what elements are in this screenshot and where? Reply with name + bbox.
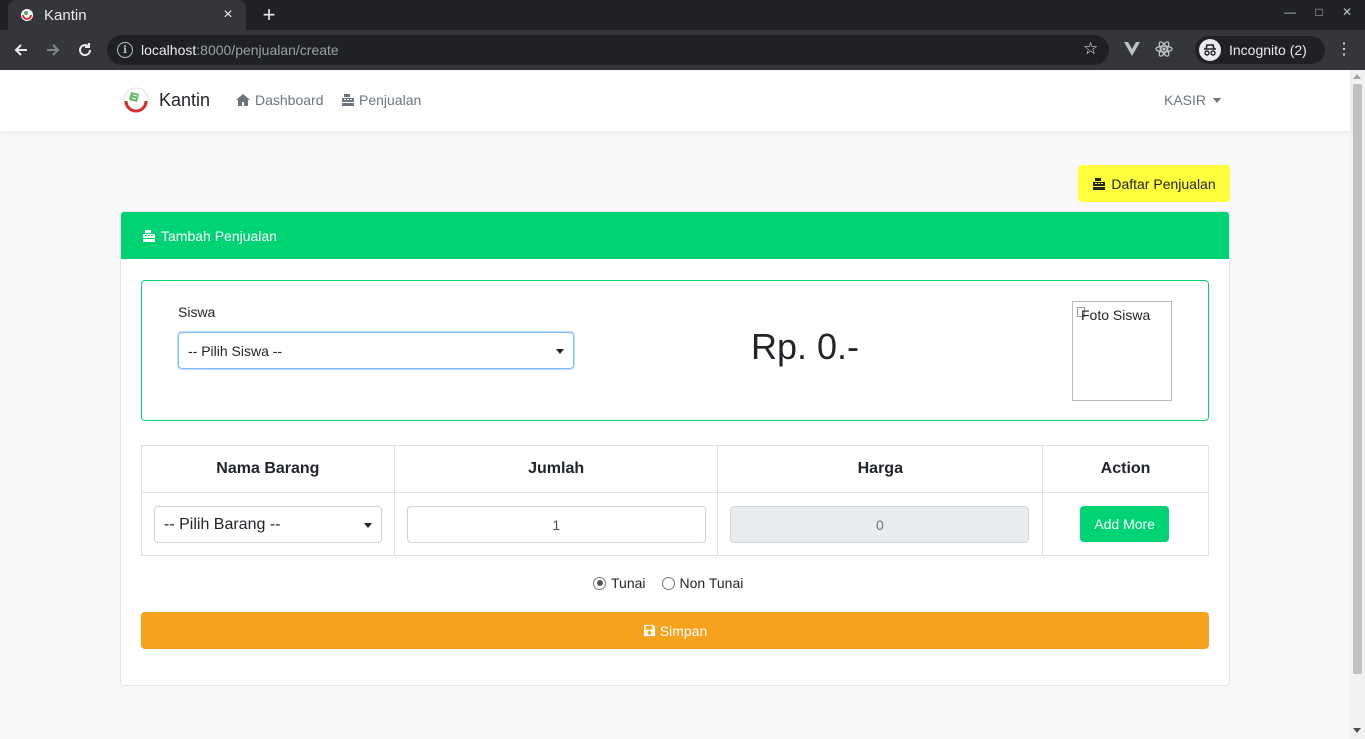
browser-tab[interactable]: Kantin ×: [8, 0, 246, 30]
brand-link[interactable]: Kantin: [122, 86, 210, 114]
save-label: Simpan: [659, 622, 708, 639]
dropdown-arrow-icon: [364, 523, 372, 528]
header-harga: Harga: [717, 445, 1044, 493]
page-scrollbar[interactable]: [1350, 70, 1365, 739]
site-info-icon[interactable]: i: [117, 42, 133, 58]
browser-menu-icon[interactable]: ⋮: [1336, 40, 1352, 60]
payment-tunai[interactable]: Tunai: [593, 575, 646, 591]
payment-tunai-label: Tunai: [611, 575, 646, 591]
radio-non-tunai[interactable]: [661, 576, 675, 590]
incognito-button[interactable]: Incognito (2): [1195, 36, 1325, 64]
student-photo: Foto Siswa: [1072, 301, 1172, 401]
daftar-penjualan-button[interactable]: Daftar Penjualan: [1078, 165, 1230, 202]
nav-dashboard-label: Dashboard: [255, 92, 324, 108]
barang-select-value: -- Pilih Barang --: [164, 515, 281, 533]
app-navbar: Kantin Dashboard Penjualan KASIR: [0, 70, 1350, 131]
browser-tab-strip: Kantin × + — □ ✕: [0, 0, 1365, 30]
siswa-label: Siswa: [178, 304, 216, 320]
cell-jumlah: [393, 492, 719, 556]
items-table: Nama Barang Jumlah Harga Action -- Pilih…: [141, 445, 1209, 556]
scroll-down-icon[interactable]: [1353, 728, 1361, 733]
brand-name: Kantin: [159, 89, 211, 110]
nav-penjualan-label: Penjualan: [359, 92, 422, 108]
incognito-icon: [1199, 39, 1221, 61]
url-path: :8000/penjualan/create: [196, 42, 339, 58]
maximize-icon[interactable]: □: [1309, 5, 1329, 19]
siswa-panel: Siswa -- Pilih Siswa -- Rp. 0.- Foto Sis…: [141, 280, 1209, 421]
header-action: Action: [1042, 445, 1209, 493]
url-host: localhost: [141, 42, 197, 58]
cell-harga: [717, 492, 1044, 556]
back-icon[interactable]: [10, 39, 32, 61]
address-bar[interactable]: i localhost :8000/penjualan/create: [107, 35, 1109, 65]
add-more-button[interactable]: Add More: [1080, 506, 1170, 542]
payment-non-tunai[interactable]: Non Tunai: [661, 575, 744, 591]
siswa-select-value: -- Pilih Siswa --: [188, 342, 283, 359]
minimize-icon[interactable]: —: [1280, 5, 1300, 19]
cell-barang: -- Pilih Barang --: [141, 492, 395, 556]
daftar-penjualan-label: Daftar Penjualan: [1111, 175, 1216, 192]
reload-icon[interactable]: [74, 39, 96, 61]
scroll-up-icon[interactable]: [1353, 74, 1361, 79]
tab-close-icon[interactable]: ×: [220, 6, 236, 24]
nav-penjualan[interactable]: Penjualan: [341, 92, 421, 108]
header-nama-barang: Nama Barang: [141, 445, 395, 493]
student-photo-alt: Foto Siswa: [1081, 307, 1151, 323]
sales-form-card: Tambah Penjualan Siswa -- Pilih Siswa --…: [120, 211, 1230, 686]
bookmark-star-icon[interactable]: ☆: [1083, 39, 1098, 59]
user-name: KASIR: [1164, 92, 1207, 108]
user-dropdown[interactable]: KASIR: [1164, 92, 1222, 108]
window-close-icon[interactable]: ✕: [1337, 5, 1357, 19]
nav-dashboard[interactable]: Dashboard: [235, 92, 324, 108]
barang-select[interactable]: -- Pilih Barang --: [154, 506, 382, 543]
cash-register-icon: [1092, 177, 1106, 191]
header-jumlah: Jumlah: [393, 445, 719, 493]
forward-icon[interactable]: [42, 39, 64, 61]
dropdown-arrow-icon: [556, 349, 564, 354]
react-devtools-icon[interactable]: [1155, 40, 1173, 58]
scrollbar-thumb[interactable]: [1353, 84, 1362, 674]
card-title: Tambah Penjualan: [161, 227, 277, 244]
card-header: Tambah Penjualan: [121, 212, 1229, 259]
favicon-icon: [20, 8, 34, 22]
cash-register-icon: [341, 93, 355, 107]
payment-method-group: Tunai Non Tunai: [593, 575, 759, 591]
table-header-row: Nama Barang Jumlah Harga Action: [141, 445, 1209, 493]
incognito-label: Incognito (2): [1229, 42, 1307, 58]
harga-input: [730, 506, 1030, 543]
cell-action: Add More: [1042, 492, 1209, 556]
jumlah-input[interactable]: [406, 506, 706, 543]
table-row: -- Pilih Barang -- Add More: [141, 492, 1209, 556]
kantin-logo-icon: [123, 87, 149, 113]
home-icon: [235, 93, 251, 107]
total-amount: Rp. 0.-: [751, 326, 860, 367]
siswa-select[interactable]: -- Pilih Siswa --: [178, 332, 574, 369]
payment-non-tunai-label: Non Tunai: [679, 575, 744, 591]
vue-devtools-icon[interactable]: [1123, 40, 1141, 58]
save-button[interactable]: Simpan: [141, 612, 1209, 649]
save-icon: [643, 624, 656, 637]
new-tab-button[interactable]: +: [258, 3, 280, 27]
tab-title: Kantin: [44, 6, 87, 24]
cash-register-icon: [142, 229, 156, 243]
caret-down-icon: [1213, 97, 1222, 103]
radio-tunai[interactable]: [593, 576, 606, 590]
